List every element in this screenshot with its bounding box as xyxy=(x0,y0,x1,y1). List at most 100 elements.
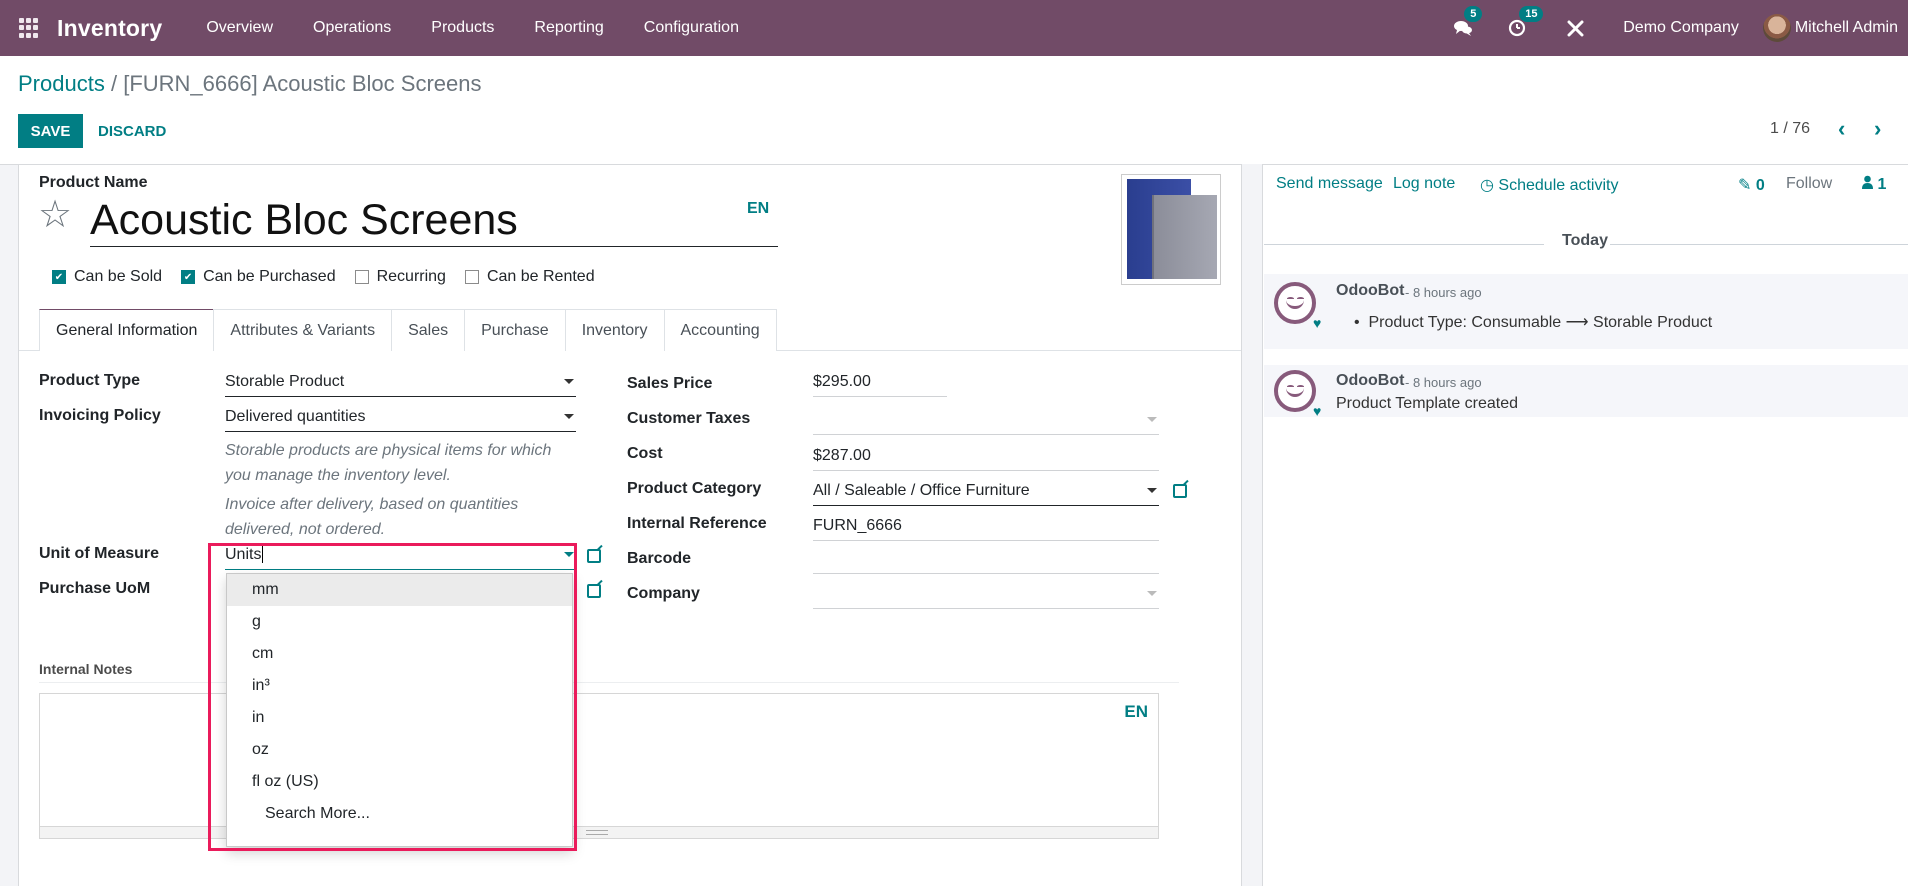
app-name[interactable]: Inventory xyxy=(57,15,162,42)
chatter-message: ♥ OdooBot - 8 hours ago Product Template… xyxy=(1264,365,1908,418)
message-body: Product Template created xyxy=(1336,395,1519,412)
tab-inventory[interactable]: Inventory xyxy=(564,309,665,351)
followers-button[interactable]: 1 xyxy=(1862,175,1886,194)
user-menu[interactable]: Mitchell Admin xyxy=(1762,14,1898,42)
product-category-label: Product Category xyxy=(627,480,762,497)
uom-value: Units xyxy=(225,546,262,563)
cost-input[interactable]: $287.00 xyxy=(813,445,1159,471)
dropdown-option[interactable]: fl oz (US) xyxy=(227,766,572,798)
message-date: - 8 hours ago xyxy=(1405,375,1482,390)
message-date: - 8 hours ago xyxy=(1405,285,1482,300)
sales-price-input[interactable]: $295.00 xyxy=(813,371,947,397)
tab-purchase[interactable]: Purchase xyxy=(464,309,566,351)
translate-button[interactable]: EN xyxy=(747,200,769,218)
dropdown-option[interactable]: in³ xyxy=(227,670,572,702)
checkbox-checked-icon: ✔ xyxy=(181,270,196,284)
checkbox-unchecked-icon xyxy=(354,270,369,284)
breadcrumb-separator: / xyxy=(110,71,118,96)
recurring-checkbox[interactable]: Recurring xyxy=(354,268,446,286)
product-name-input[interactable]: Acoustic Bloc Screens xyxy=(90,195,778,247)
cost-label: Cost xyxy=(627,445,663,462)
systray: 5 15 Demo Company Mitchell Admin xyxy=(1438,0,1908,56)
bullet: • xyxy=(1354,314,1369,331)
internal-reference-input[interactable]: FURN_6666 xyxy=(813,515,1159,541)
tools-icon xyxy=(1567,20,1584,36)
apps-menu-icon[interactable] xyxy=(19,18,39,38)
discard-button[interactable]: DISCARD xyxy=(98,114,166,148)
purchase-uom-external-link-icon[interactable] xyxy=(587,584,601,598)
messaging-menu[interactable]: 5 xyxy=(1453,6,1483,37)
product-image[interactable] xyxy=(1121,174,1221,285)
dropdown-option[interactable]: cm xyxy=(227,638,572,670)
tab-sales[interactable]: Sales xyxy=(391,309,466,351)
debug-tools[interactable] xyxy=(1567,20,1584,37)
can-be-purchased-checkbox[interactable]: ✔ Can be Purchased xyxy=(181,268,336,286)
customer-taxes-label: Customer Taxes xyxy=(627,410,751,427)
checkbox-label: Can be Rented xyxy=(486,268,595,285)
invoicing-policy-label: Invoicing Policy xyxy=(39,407,161,424)
company-label: Company xyxy=(627,585,700,602)
uom-external-link-icon[interactable] xyxy=(587,549,601,563)
menu-overview[interactable]: Overview xyxy=(186,19,293,37)
customer-taxes-input[interactable] xyxy=(813,409,1159,435)
company-select[interactable] xyxy=(813,583,1159,609)
notes-separator xyxy=(39,682,1179,683)
uom-autocomplete-dropdown: mm g cm in³ in oz fl oz (US) Search More… xyxy=(226,573,573,847)
odoobot-avatar[interactable]: ♥ xyxy=(1274,282,1321,330)
product-type-select[interactable]: Storable Product xyxy=(225,371,576,397)
notes-translate-button[interactable]: EN xyxy=(1124,702,1148,722)
message-author[interactable]: OdooBot xyxy=(1336,282,1404,300)
log-note-button[interactable]: Log note xyxy=(1393,175,1455,193)
date-separator: Today xyxy=(1562,232,1608,249)
follow-button[interactable]: Follow xyxy=(1786,175,1832,193)
tab-general-information[interactable]: General Information xyxy=(39,309,215,351)
dropdown-option[interactable]: oz xyxy=(227,734,572,766)
menu-configuration[interactable]: Configuration xyxy=(624,19,759,37)
barcode-input[interactable] xyxy=(813,548,1159,574)
product-category-value: All / Saleable / Office Furniture xyxy=(813,482,1030,499)
schedule-activity-label: Schedule activity xyxy=(1498,177,1619,194)
checkbox-label: Can be Purchased xyxy=(203,268,336,285)
internal-notes-editor[interactable]: EN xyxy=(39,693,1159,839)
favorite-star-icon[interactable]: ☆ xyxy=(38,196,72,234)
pager-value[interactable]: 1 / 76 xyxy=(1770,120,1810,138)
message-author[interactable]: OdooBot xyxy=(1336,372,1404,390)
purchase-uom-label: Purchase UoM xyxy=(39,580,151,597)
clock-icon: ◷ xyxy=(1480,177,1494,194)
messages-badge: 5 xyxy=(1464,6,1483,22)
chatter-gutter xyxy=(1242,164,1262,886)
breadcrumb-products[interactable]: Products xyxy=(18,71,105,96)
caret-down-icon xyxy=(564,379,574,384)
uom-input[interactable]: Units xyxy=(225,544,576,570)
company-switcher[interactable]: Demo Company xyxy=(1623,19,1739,37)
invoicing-policy-select[interactable]: Delivered quantities xyxy=(225,406,576,432)
menu-products[interactable]: Products xyxy=(411,19,514,37)
resize-grip-icon[interactable] xyxy=(586,830,608,835)
pager-previous-button[interactable]: ‹ xyxy=(1838,118,1845,140)
product-category-select[interactable]: All / Saleable / Office Furniture xyxy=(813,480,1159,506)
product-type-label: Product Type xyxy=(39,372,141,389)
tab-attributes-variants[interactable]: Attributes & Variants xyxy=(213,309,393,351)
tab-accounting[interactable]: Accounting xyxy=(663,309,777,351)
dropdown-option[interactable]: mm xyxy=(227,574,572,606)
clock-icon xyxy=(1509,19,1526,37)
send-message-button[interactable]: Send message xyxy=(1276,175,1383,193)
attachments-button[interactable]: ✎ 0 xyxy=(1738,175,1765,195)
text-cursor xyxy=(262,546,264,563)
activities-badge: 15 xyxy=(1519,6,1544,22)
menu-reporting[interactable]: Reporting xyxy=(514,19,623,37)
paperclip-icon: ✎ xyxy=(1738,177,1752,194)
activity-menu[interactable]: 15 xyxy=(1508,6,1544,37)
main-menu: Overview Operations Products Reporting C… xyxy=(186,19,759,37)
can-be-rented-checkbox[interactable]: Can be Rented xyxy=(464,268,595,286)
dropdown-option[interactable]: g xyxy=(227,606,572,638)
search-more-option[interactable]: Search More... xyxy=(227,798,572,830)
save-button[interactable]: SAVE xyxy=(18,114,83,148)
dropdown-option[interactable]: in xyxy=(227,702,572,734)
pager-next-button[interactable]: › xyxy=(1874,118,1881,140)
can-be-sold-checkbox[interactable]: ✔ Can be Sold xyxy=(52,268,162,286)
category-external-link-icon[interactable] xyxy=(1173,484,1187,498)
menu-operations[interactable]: Operations xyxy=(293,19,411,37)
odoobot-avatar[interactable]: ♥ xyxy=(1274,370,1321,418)
schedule-activity-button[interactable]: ◷ Schedule activity xyxy=(1480,175,1618,195)
